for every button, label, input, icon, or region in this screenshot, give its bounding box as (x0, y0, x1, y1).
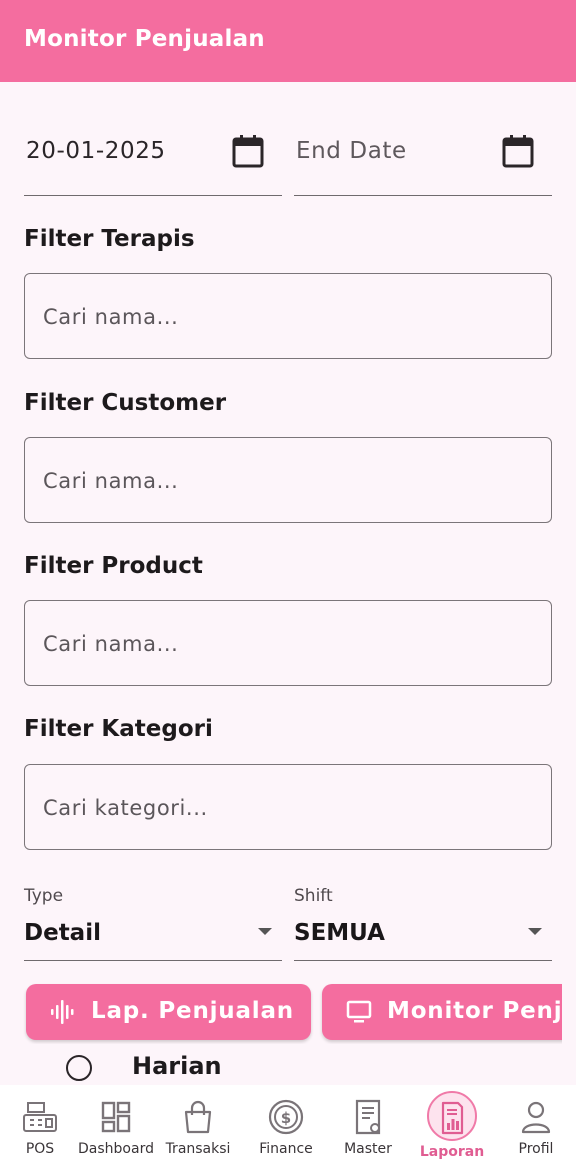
app-bar: Monitor Penjualan (0, 0, 576, 82)
monitor-icon (346, 1000, 372, 1023)
action-button-row: Lap. Penjualan Monitor Penjualan (0, 982, 562, 1044)
calendar-icon[interactable] (502, 134, 534, 168)
start-date-field[interactable]: 20-01-2025 (24, 110, 282, 196)
svg-text:$: $ (281, 1109, 291, 1127)
dropdown-arrow-icon (258, 928, 272, 935)
shift-value: SEMUA (294, 920, 385, 946)
nav-label-profil: Profil (518, 1141, 554, 1157)
lap-penjualan-button[interactable]: Lap. Penjualan (26, 984, 311, 1040)
dashboard-icon (101, 1101, 131, 1133)
filter-kategori-label: Filter Kategori (24, 716, 213, 742)
monitor-penjualan-button[interactable]: Monitor Penjualan (322, 984, 562, 1040)
filter-product-box (24, 600, 552, 686)
page-title: Monitor Penjualan (24, 26, 265, 52)
lap-penjualan-label: Lap. Penjualan (91, 998, 294, 1024)
shift-dropdown[interactable]: Shift SEMUA (294, 886, 552, 961)
type-value: Detail (24, 920, 101, 946)
filter-terapis-label: Filter Terapis (24, 226, 195, 252)
filter-customer-input[interactable] (43, 464, 523, 498)
filter-product-label: Filter Product (24, 553, 203, 579)
dropdown-arrow-icon (528, 928, 542, 935)
nav-item-laporan[interactable]: Laporan (412, 1085, 492, 1171)
type-dropdown[interactable]: Type Detail (24, 886, 282, 961)
filter-terapis-box (24, 273, 552, 359)
dollar-coin-icon: $ (268, 1099, 304, 1135)
nav-item-transaksi[interactable]: Transaksi (158, 1085, 238, 1171)
filter-kategori-input[interactable] (43, 791, 523, 825)
nav-label-laporan: Laporan (419, 1144, 485, 1160)
shopping-bag-icon (184, 1100, 212, 1134)
nav-item-dashboard[interactable]: Dashboard (76, 1085, 156, 1171)
nav-label-finance: Finance (259, 1141, 313, 1157)
filter-customer-box (24, 437, 552, 523)
harian-radio[interactable] (66, 1055, 92, 1081)
start-date-value: 20-01-2025 (26, 138, 166, 164)
document-gear-icon (355, 1099, 381, 1135)
filter-customer-label: Filter Customer (24, 390, 227, 416)
report-chart-icon (441, 1101, 464, 1135)
nav-item-profil[interactable]: Profil (496, 1085, 576, 1171)
filter-terapis-input[interactable] (43, 300, 523, 334)
type-label: Type (24, 886, 64, 906)
nav-label-transaksi: Transaksi (165, 1141, 231, 1157)
calendar-icon[interactable] (232, 134, 264, 168)
bottom-navigation: POS Dashboard Transaksi $ Finance Master… (0, 1085, 576, 1171)
shift-label: Shift (294, 886, 333, 906)
audio-wave-icon (51, 1000, 74, 1024)
nav-label-master: Master (344, 1141, 392, 1157)
harian-label: Harian (132, 1052, 222, 1080)
cash-register-icon (23, 1102, 57, 1132)
filter-product-input[interactable] (43, 627, 523, 661)
nav-item-master[interactable]: Master (328, 1085, 408, 1171)
nav-item-finance[interactable]: $ Finance (246, 1085, 326, 1171)
end-date-field[interactable]: End Date (294, 110, 552, 196)
monitor-penjualan-label: Monitor Penjualan (387, 998, 562, 1024)
person-icon (521, 1101, 551, 1134)
nav-item-pos[interactable]: POS (0, 1085, 80, 1171)
nav-label-dashboard: Dashboard (78, 1141, 154, 1157)
filter-kategori-box (24, 764, 552, 850)
end-date-placeholder: End Date (296, 138, 407, 164)
nav-label-pos: POS (25, 1141, 55, 1157)
